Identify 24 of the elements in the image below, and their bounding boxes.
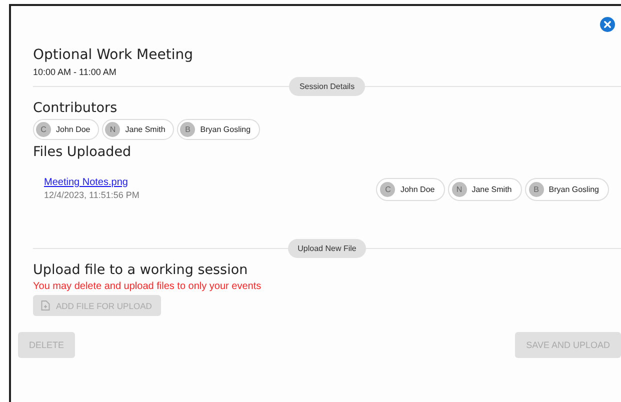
person-chip: C John Doe [376, 178, 445, 201]
avatar-initial: N [452, 182, 467, 197]
event-time: 10:00 AM - 11:00 AM [33, 67, 118, 77]
file-plus-icon [41, 300, 50, 311]
section-divider-label: Session Details [289, 77, 365, 96]
avatar-initial: N [105, 122, 120, 137]
avatar-initial: B [528, 182, 544, 197]
avatar-initial: C [380, 182, 396, 197]
avatar-initial: B [180, 122, 196, 137]
section-heading: Upload file to a working session [33, 262, 249, 278]
file-date: 12/4/2023, 11:51:56 PM [44, 190, 140, 200]
section-heading: Contributors [33, 100, 118, 116]
section-divider-label: Upload New File [288, 239, 366, 258]
file-link[interactable]: Meeting Notes.png [44, 176, 140, 188]
section-heading: Files Uploaded [33, 144, 132, 160]
person-chip: N Jane Smith [102, 119, 174, 140]
avatar-initial: C [36, 122, 51, 137]
person-chip: C John Doe [33, 119, 100, 140]
warning-text: You may delete and upload files to only your events [33, 281, 262, 292]
person-chip: B Bryan Gosling [177, 119, 260, 140]
event-title: Optional Work Meeting [33, 47, 194, 63]
person-chip: N Jane Smith [448, 178, 522, 201]
person-chip: B Bryan Gosling [524, 178, 609, 201]
close-icon[interactable] [600, 17, 615, 32]
